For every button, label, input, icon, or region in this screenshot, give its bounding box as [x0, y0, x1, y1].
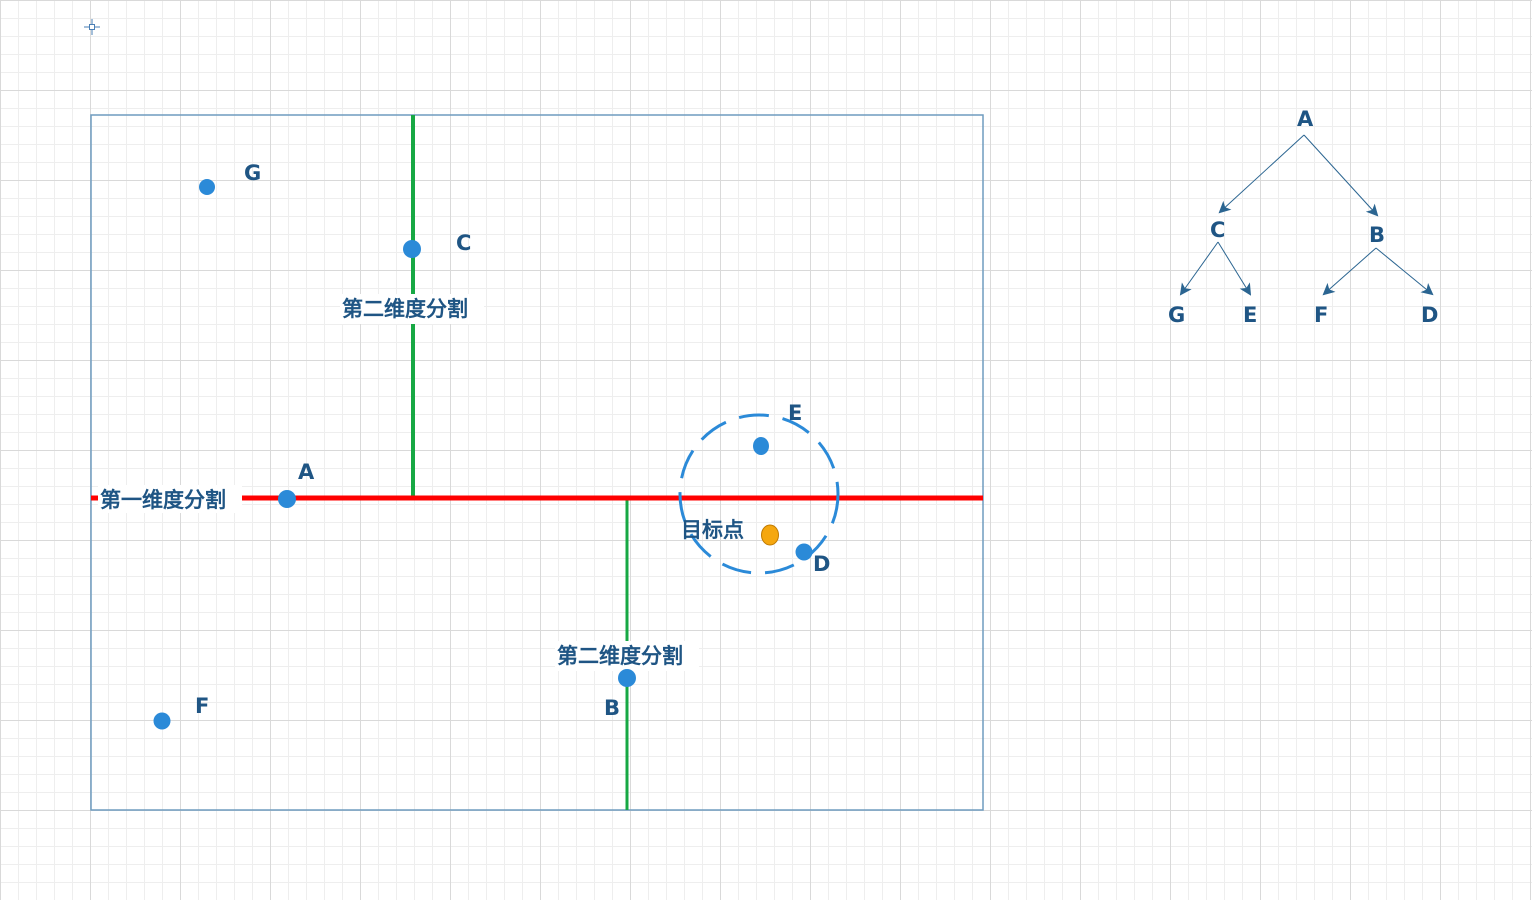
point-e-label: E [788, 401, 802, 425]
target-point-label: 目标点 [681, 518, 744, 542]
point-b[interactable] [618, 669, 636, 687]
point-a-label: A [298, 460, 315, 484]
point-e[interactable] [753, 437, 769, 455]
point-g-label: G [244, 161, 261, 185]
crosshair-cursor-icon [84, 19, 100, 35]
diagram-svg: 第一维度分割 第二维度分割 第二维度分割 G C A E D B F 目标点 A… [84, 19, 1438, 811]
kd-tree: A C B G E F D [1168, 107, 1438, 327]
drawing-canvas[interactable]: 第一维度分割 第二维度分割 第二维度分割 G C A E D B F 目标点 A… [0, 0, 1532, 900]
tree-edge-b-f [1322, 247, 1377, 296]
tree-edge-a-c [1218, 134, 1305, 214]
tree-edge-a-b [1303, 134, 1379, 217]
tree-node-c[interactable]: C [1210, 218, 1225, 242]
first-split-label: 第一维度分割 [100, 488, 226, 512]
tree-node-e[interactable]: E [1243, 303, 1257, 327]
tree-edge-c-e [1217, 241, 1252, 296]
point-f[interactable] [153, 712, 171, 730]
tree-node-g[interactable]: G [1168, 303, 1185, 327]
tree-node-d[interactable]: D [1421, 303, 1438, 327]
point-g[interactable] [199, 179, 215, 195]
point-b-label: B [604, 696, 620, 720]
target-point[interactable] [761, 524, 779, 546]
point-d[interactable] [795, 543, 813, 561]
tree-edge-b-d [1375, 247, 1434, 296]
tree-node-b[interactable]: B [1369, 223, 1385, 247]
tree-node-a[interactable]: A [1297, 107, 1314, 131]
tree-edge-c-g [1179, 241, 1219, 296]
point-a[interactable] [278, 490, 296, 508]
space-frame[interactable] [90, 114, 984, 811]
point-c-label: C [456, 231, 471, 255]
point-c[interactable] [403, 240, 421, 258]
second-split-bottom-label: 第二维度分割 [557, 644, 683, 668]
point-d-label: D [813, 552, 830, 576]
point-f-label: F [195, 694, 209, 718]
tree-node-f[interactable]: F [1314, 303, 1328, 327]
second-split-top-label: 第二维度分割 [342, 297, 468, 321]
